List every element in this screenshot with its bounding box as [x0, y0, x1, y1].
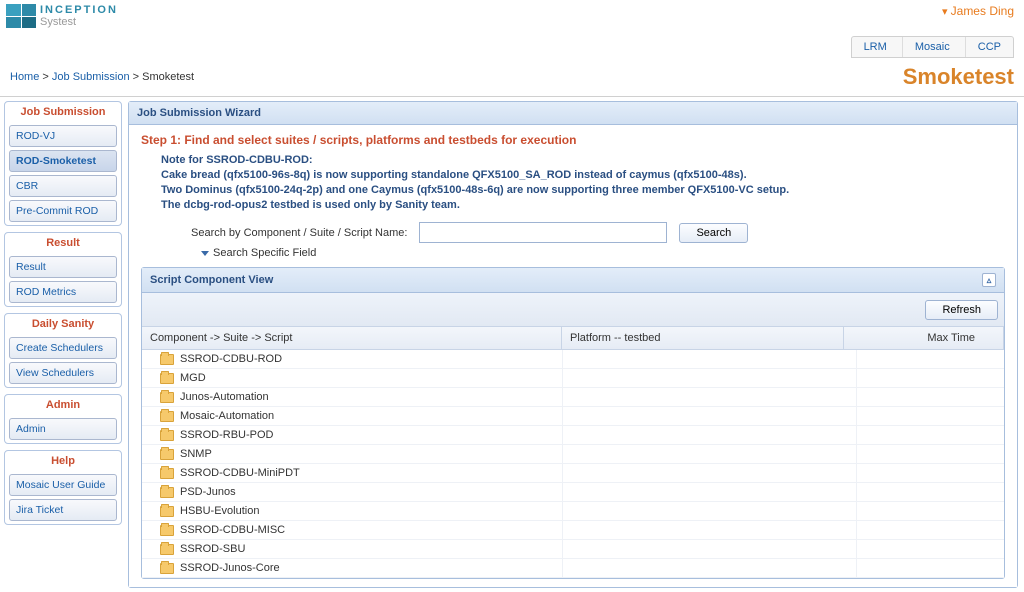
folder-icon — [160, 487, 174, 498]
row-label: SSROD-CDBU-MISC — [180, 524, 285, 536]
breadcrumb-home[interactable]: Home — [10, 71, 39, 83]
folder-icon — [160, 563, 174, 574]
note-line: Two Dominus (qfx5100-24q-2p) and one Cay… — [161, 183, 1005, 198]
script-component-view-panel: Script Component View ▵ Refresh Componen… — [141, 267, 1005, 579]
search-button[interactable]: Search — [679, 223, 748, 243]
sidebar-group-title: Job Submission — [5, 102, 121, 122]
col-maxtime[interactable]: Max Time — [844, 327, 1004, 349]
topnav-mosaic[interactable]: Mosaic — [902, 37, 962, 57]
row-label: HSBU-Evolution — [180, 505, 259, 517]
sidebar-group-title: Daily Sanity — [5, 314, 121, 334]
breadcrumb: Home > Job Submission > Smoketest — [10, 71, 194, 83]
note-block: Note for SSROD-CDBU-ROD: Cake bread (qfx… — [161, 153, 1005, 212]
sidebar-item-pre-commit-rod[interactable]: Pre-Commit ROD — [9, 200, 117, 222]
table-row[interactable]: MGD — [142, 369, 1004, 388]
table-row[interactable]: SSROD-RBU-POD — [142, 426, 1004, 445]
page-title: Smoketest — [903, 64, 1014, 90]
user-menu[interactable]: ▾ James Ding — [851, 4, 1014, 18]
folder-icon — [160, 392, 174, 403]
table-row[interactable]: SSROD-CDBU-ROD — [142, 350, 1004, 369]
step-title: Step 1: Find and select suites / scripts… — [141, 133, 1005, 147]
row-label: PSD-Junos — [180, 486, 236, 498]
col-platform[interactable]: Platform -- testbed — [562, 327, 844, 349]
row-label: SSROD-SBU — [180, 543, 245, 555]
sidebar-item-rod-smoketest[interactable]: ROD-Smoketest — [9, 150, 117, 172]
sidebar-group-title: Help — [5, 451, 121, 471]
sidebar-group-title: Admin — [5, 395, 121, 415]
row-label: MGD — [180, 372, 206, 384]
table-row[interactable]: SNMP — [142, 445, 1004, 464]
note-heading: Note for SSROD-CDBU-ROD: — [161, 153, 1005, 168]
grid-header: Component -> Suite -> Script Platform --… — [142, 327, 1004, 350]
brand-name: INCEPTION — [40, 4, 118, 16]
sidebar-group-title: Result — [5, 233, 121, 253]
row-label: Junos-Automation — [180, 391, 269, 403]
wizard-panel: Job Submission Wizard Step 1: Find and s… — [128, 101, 1018, 588]
folder-icon — [160, 354, 174, 365]
folder-icon — [160, 525, 174, 536]
brand-logo-icon — [6, 4, 36, 28]
row-label: Mosaic-Automation — [180, 410, 274, 422]
collapse-icon[interactable]: ▵ — [982, 273, 996, 287]
row-label: SNMP — [180, 448, 212, 460]
note-line: Cake bread (qfx5100-96s-8q) is now suppo… — [161, 168, 1005, 183]
sidebar-item-admin[interactable]: Admin — [9, 418, 117, 440]
search-label: Search by Component / Suite / Script Nam… — [191, 227, 407, 239]
search-input[interactable] — [419, 222, 667, 243]
topnav-lrm[interactable]: LRM — [852, 37, 899, 57]
sidebar: Job Submission ROD-VJ ROD-Smoketest CBR Pre-… — [0, 97, 126, 592]
grid-body[interactable]: SSROD-CDBU-ROD MGD Junos-Automation Mosaic-… — [142, 350, 1004, 578]
top-nav: LRM Mosaic CCP — [851, 36, 1014, 58]
caret-down-icon — [201, 251, 209, 256]
search-specific-field-toggle[interactable]: Search Specific Field — [201, 247, 1005, 259]
row-label: SSROD-CDBU-MiniPDT — [180, 467, 300, 479]
row-label: SSROD-RBU-POD — [180, 429, 274, 441]
table-row[interactable]: SSROD-SBU — [142, 540, 1004, 559]
sidebar-item-create-schedulers[interactable]: Create Schedulers — [9, 337, 117, 359]
folder-icon — [160, 430, 174, 441]
row-label: SSROD-CDBU-ROD — [180, 353, 282, 365]
sidebar-item-mosaic-user-guide[interactable]: Mosaic User Guide — [9, 474, 117, 496]
grid-title: Script Component View — [150, 274, 273, 286]
sidebar-item-cbr[interactable]: CBR — [9, 175, 117, 197]
user-name: James Ding — [951, 4, 1014, 18]
row-label: SSROD-Junos-Core — [180, 562, 280, 574]
sidebar-item-result[interactable]: Result — [9, 256, 117, 278]
folder-icon — [160, 544, 174, 555]
table-row[interactable]: SSROD-CDBU-MISC — [142, 521, 1004, 540]
table-row[interactable]: Junos-Automation — [142, 388, 1004, 407]
table-row[interactable]: Mosaic-Automation — [142, 407, 1004, 426]
table-row[interactable]: SSROD-Junos-Core — [142, 559, 1004, 578]
table-row[interactable]: HSBU-Evolution — [142, 502, 1004, 521]
breadcrumb-current: Smoketest — [142, 71, 194, 83]
wizard-header: Job Submission Wizard — [129, 102, 1017, 125]
topnav-ccp[interactable]: CCP — [965, 37, 1013, 57]
folder-icon — [160, 468, 174, 479]
table-row[interactable]: SSROD-CDBU-MiniPDT — [142, 464, 1004, 483]
sidebar-item-view-schedulers[interactable]: View Schedulers — [9, 362, 117, 384]
note-line: The dcbg-rod-opus2 testbed is used only … — [161, 198, 1005, 213]
table-row[interactable]: PSD-Junos — [142, 483, 1004, 502]
sidebar-item-rod-metrics[interactable]: ROD Metrics — [9, 281, 117, 303]
sidebar-item-jira-ticket[interactable]: Jira Ticket — [9, 499, 117, 521]
col-component[interactable]: Component -> Suite -> Script — [142, 327, 562, 349]
folder-icon — [160, 411, 174, 422]
refresh-button[interactable]: Refresh — [925, 300, 998, 320]
sidebar-item-rod-vj[interactable]: ROD-VJ — [9, 125, 117, 147]
brand: INCEPTION Systest — [6, 4, 118, 28]
folder-icon — [160, 506, 174, 517]
brand-sub: Systest — [40, 16, 118, 28]
folder-icon — [160, 373, 174, 384]
breadcrumb-job-submission[interactable]: Job Submission — [52, 71, 130, 83]
folder-icon — [160, 449, 174, 460]
caret-down-icon: ▾ — [942, 6, 948, 18]
